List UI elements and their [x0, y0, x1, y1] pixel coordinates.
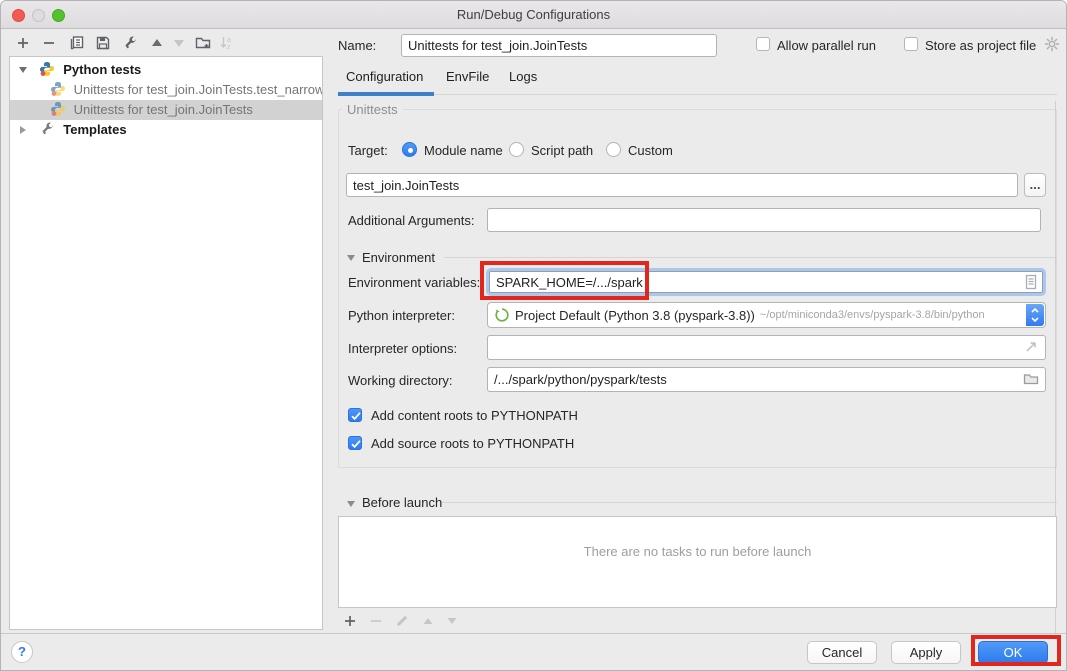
ok-button[interactable]: OK: [978, 641, 1048, 664]
tree-item-label: Unittests for test_join.JoinTests.test_n…: [74, 82, 322, 97]
radio-module-name-label: Module name: [424, 143, 503, 158]
before-launch-collapse-icon[interactable]: [347, 501, 355, 507]
browse-folder-icon[interactable]: [1023, 371, 1039, 390]
radio-script-path[interactable]: [509, 142, 524, 157]
radio-custom[interactable]: [606, 142, 621, 157]
tab-configuration[interactable]: Configuration: [346, 69, 423, 84]
expand-field-icon[interactable]: [1023, 339, 1039, 358]
before-launch-title: Before launch: [362, 495, 442, 510]
remove-task-icon: [367, 612, 385, 630]
add-content-roots-label: Add content roots to PYTHONPATH: [371, 408, 578, 423]
target-label: Target:: [348, 143, 388, 158]
python-run-config-icon: [50, 101, 66, 117]
edit-templates-wrench-icon[interactable]: [121, 34, 139, 52]
store-settings-gear-icon[interactable]: [1044, 36, 1060, 55]
before-launch-empty-message: There are no tasks to run before launch: [338, 544, 1057, 559]
environment-section-title: Environment: [362, 250, 435, 265]
add-source-roots-checkbox[interactable]: [348, 436, 362, 450]
python-interpreter-combobox[interactable]: Project Default (Python 3.8 (pyspark-3.8…: [487, 302, 1046, 328]
environment-variables-label: Environment variables:: [348, 275, 480, 290]
name-label: Name:: [338, 38, 376, 53]
environment-variables-value: SPARK_HOME=/.../spark: [496, 275, 643, 290]
tab-logs[interactable]: Logs: [509, 69, 537, 84]
python-interpreter-value: Project Default (Python 3.8 (pyspark-3.8…: [515, 308, 755, 323]
additional-arguments-input[interactable]: [487, 208, 1041, 232]
tree-item-jointests-selected[interactable]: Unittests for test_join.JoinTests: [10, 100, 322, 120]
tree-item-python-tests[interactable]: Python tests: [10, 60, 322, 80]
before-launch-task-list[interactable]: [338, 516, 1057, 608]
interpreter-options-input[interactable]: [487, 335, 1046, 360]
allow-parallel-run-label: Allow parallel run: [777, 38, 876, 53]
sort-alphabetically-icon: az: [218, 34, 236, 52]
title-bar: Run/Debug Configurations: [1, 1, 1066, 29]
new-folder-icon[interactable]: [194, 34, 212, 52]
additional-arguments-label: Additional Arguments:: [348, 213, 474, 228]
allow-parallel-run-checkbox[interactable]: [756, 37, 770, 51]
run-debug-configurations-dialog: Run/Debug Configurations az Python tests…: [0, 0, 1067, 671]
add-task-icon[interactable]: [341, 612, 359, 630]
tree-item-label: Python tests: [63, 62, 141, 77]
footer-divider: [1, 633, 1067, 634]
store-as-project-file-label: Store as project file: [925, 38, 1036, 53]
cancel-button[interactable]: Cancel: [807, 641, 877, 664]
combobox-arrows-icon[interactable]: [1026, 304, 1044, 326]
name-input[interactable]: [401, 34, 717, 57]
store-as-project-file-checkbox[interactable]: [904, 37, 918, 51]
configurations-tree: Python tests Unittests for test_join.Joi…: [9, 56, 323, 630]
python-tests-icon: [39, 61, 55, 77]
environment-collapse-icon[interactable]: [347, 255, 355, 261]
radio-custom-label: Custom: [628, 143, 673, 158]
active-tab-underline: [338, 92, 434, 96]
radio-script-path-label: Script path: [531, 143, 593, 158]
module-name-input[interactable]: [346, 173, 1018, 197]
expand-arrow-icon[interactable]: [20, 126, 26, 134]
environment-section-line: [444, 257, 1057, 258]
svg-text:a: a: [227, 37, 231, 44]
working-directory-input[interactable]: [487, 367, 1046, 392]
tree-item-templates[interactable]: Templates: [10, 120, 322, 140]
remove-icon[interactable]: [40, 34, 58, 52]
tab-bar-divider: [434, 94, 1057, 95]
move-task-down-icon: [443, 612, 461, 630]
browse-button[interactable]: ...: [1024, 173, 1046, 197]
working-directory-label: Working directory:: [348, 373, 453, 388]
move-down-icon: [170, 34, 188, 52]
environment-variables-field[interactable]: SPARK_HOME=/.../spark: [486, 268, 1046, 296]
unittests-group-title: Unittests: [342, 102, 403, 117]
apply-button[interactable]: Apply: [891, 641, 961, 664]
collapse-arrow-icon[interactable]: [19, 67, 27, 73]
copy-icon[interactable]: [68, 34, 86, 52]
radio-module-name[interactable]: [402, 142, 417, 157]
save-icon[interactable]: [94, 34, 112, 52]
before-launch-section-line: [442, 502, 1057, 503]
move-task-up-icon: [419, 612, 437, 630]
add-icon[interactable]: [14, 34, 32, 52]
edit-task-pencil-icon: [393, 612, 411, 630]
window-title: Run/Debug Configurations: [1, 7, 1066, 22]
python-interpreter-label: Python interpreter:: [348, 308, 455, 323]
conda-environment-icon: [494, 307, 510, 323]
svg-text:z: z: [227, 44, 231, 51]
edit-variables-list-icon[interactable]: [1023, 274, 1039, 290]
python-interpreter-path: ~/opt/miniconda3/envs/pyspark-3.8/bin/py…: [760, 309, 985, 321]
tab-envfile[interactable]: EnvFile: [446, 69, 489, 84]
tree-item-label: Templates: [63, 122, 126, 137]
tree-item-label: Unittests for test_join.JoinTests: [74, 102, 253, 117]
interpreter-options-label: Interpreter options:: [348, 341, 457, 356]
help-button[interactable]: ?: [11, 641, 33, 663]
templates-wrench-icon: [39, 121, 55, 137]
add-source-roots-label: Add source roots to PYTHONPATH: [371, 436, 574, 451]
move-up-icon[interactable]: [148, 34, 166, 52]
tree-item-test-narrow[interactable]: Unittests for test_join.JoinTests.test_n…: [10, 80, 322, 100]
python-run-config-icon: [50, 81, 66, 97]
add-content-roots-checkbox[interactable]: [348, 408, 362, 422]
